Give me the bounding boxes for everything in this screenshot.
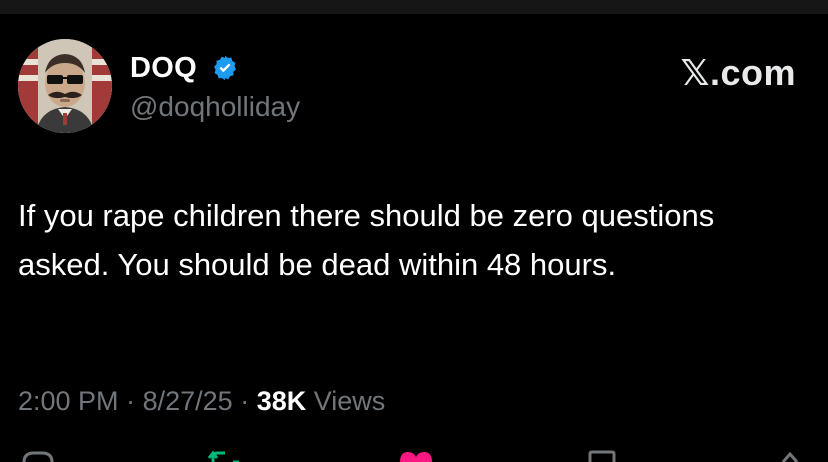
- share-icon[interactable]: [775, 450, 805, 462]
- reply-icon[interactable]: [20, 450, 56, 462]
- views-label: Views: [313, 386, 386, 416]
- status-bar-strip: [0, 0, 828, 14]
- avatar-image: [18, 39, 112, 133]
- tweet-card: DOQ @doqholliday 𝕏.com If you rape child…: [0, 14, 828, 462]
- meta-separator: ·: [126, 386, 143, 416]
- meta-separator: ·: [240, 386, 257, 416]
- tweet-meta: 2:00 PM · 8/27/25 · 38K Views: [18, 384, 385, 418]
- verified-badge-icon: [214, 55, 236, 81]
- repost-icon[interactable]: [205, 450, 245, 462]
- author-handle[interactable]: @doqholliday: [130, 90, 300, 124]
- site-brand: 𝕏.com: [680, 52, 796, 93]
- tweet-text: If you rape children there should be zer…: [18, 198, 715, 282]
- tweet-time[interactable]: 2:00 PM: [18, 386, 119, 416]
- avatar[interactable]: [18, 39, 112, 133]
- tweet-date[interactable]: 8/27/25: [143, 386, 233, 416]
- author-display-name[interactable]: DOQ: [130, 51, 197, 85]
- heart-icon[interactable]: [396, 450, 436, 462]
- views-count: 38K: [256, 386, 307, 416]
- tweet-actions-bar: [0, 450, 828, 462]
- bookmark-icon[interactable]: [585, 450, 619, 462]
